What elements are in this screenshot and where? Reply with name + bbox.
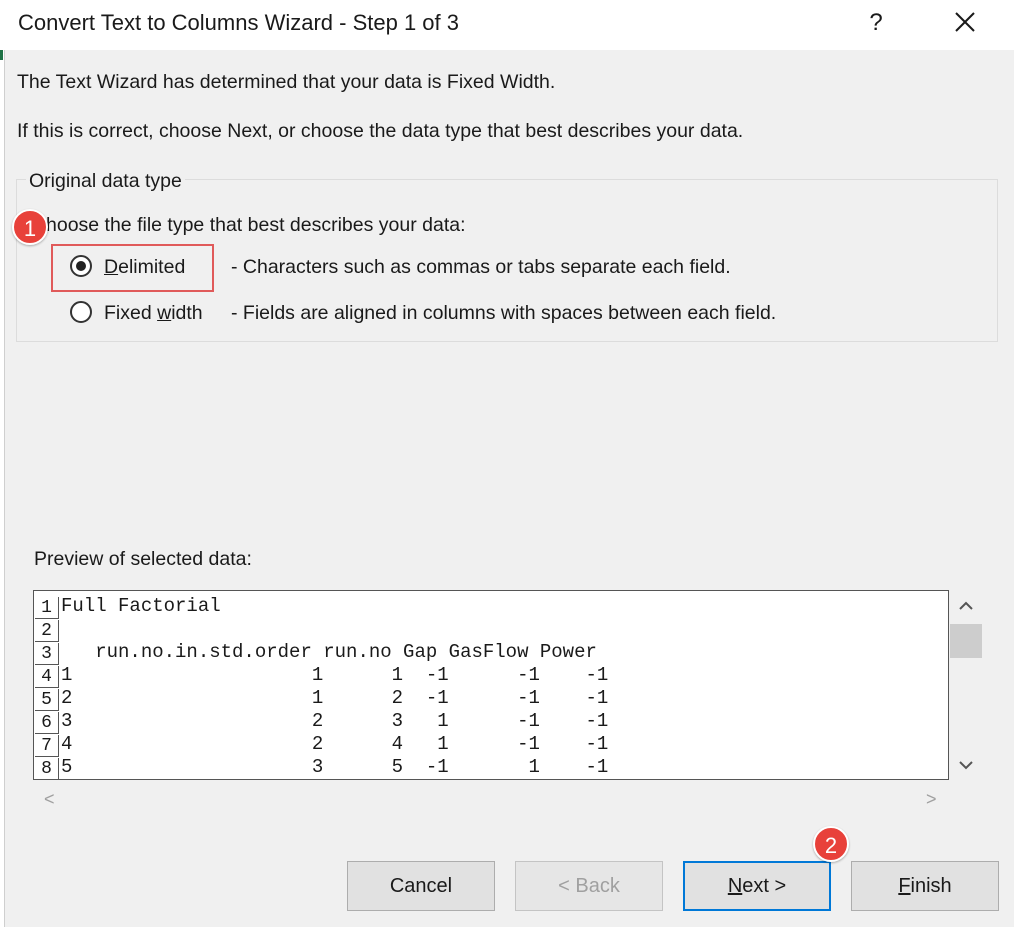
- left-window-edge: [0, 50, 5, 927]
- preview-line-text: 5 3 5 -1 1 -1: [61, 756, 609, 778]
- file-type-prompt: hoose the file type that best describes …: [46, 214, 466, 236]
- fixed-width-description: - Fields are aligned in columns with spa…: [231, 302, 777, 324]
- back-button[interactable]: < Back: [515, 861, 663, 911]
- preview-line-number: 2: [35, 620, 59, 642]
- radio-fixed-width-circle[interactable]: [70, 301, 92, 323]
- preview-label: Preview of selected data:: [34, 548, 252, 570]
- preview-line-number: 3: [35, 643, 59, 665]
- help-button[interactable]: ?: [858, 5, 894, 41]
- preview-pane[interactable]: 1 Full Factorial 2 3 run.no.in.std.order…: [33, 590, 949, 780]
- scroll-left-arrow[interactable]: <: [44, 789, 55, 810]
- finish-button[interactable]: Finish: [851, 861, 999, 911]
- preview-line-text: 4 2 4 1 -1 -1: [61, 733, 609, 755]
- scroll-up-arrow[interactable]: [949, 596, 983, 619]
- annotation-badge-2: 2: [813, 826, 849, 862]
- radio-fixed-width[interactable]: Fixed width: [70, 301, 220, 327]
- scroll-right-arrow[interactable]: >: [926, 789, 937, 810]
- window-title: Convert Text to Columns Wizard - Step 1 …: [18, 10, 459, 35]
- intro-line-2: If this is correct, choose Next, or choo…: [17, 120, 744, 142]
- close-button[interactable]: [944, 4, 986, 42]
- cancel-button[interactable]: Cancel: [347, 861, 495, 911]
- annotation-highlight-box: [51, 244, 214, 292]
- intro-line-1: The Text Wizard has determined that your…: [17, 71, 556, 93]
- preview-line-number: 4: [35, 666, 59, 688]
- close-icon: [955, 12, 975, 32]
- vertical-scroll-thumb[interactable]: [950, 624, 982, 658]
- group-legend: Original data type: [26, 170, 185, 193]
- preview-line-text: 2 1 2 -1 -1 -1: [61, 687, 609, 709]
- radio-fixed-width-label[interactable]: Fixed width: [104, 302, 203, 325]
- preview-line-text: Full Factorial: [61, 595, 221, 617]
- preview-line-text: 3 2 3 1 -1 -1: [61, 710, 609, 732]
- preview-line-text: run.no.in.std.order run.no Gap GasFlow P…: [61, 641, 597, 663]
- annotation-badge-1: 1: [12, 209, 48, 245]
- preview-line-number: 5: [35, 689, 59, 711]
- scroll-down-arrow[interactable]: [949, 757, 983, 780]
- preview-line-number: 6: [35, 712, 59, 734]
- preview-line-number: 7: [35, 735, 59, 757]
- preview-line-number: 8: [35, 758, 59, 779]
- delimited-description: - Characters such as commas or tabs sepa…: [231, 256, 731, 278]
- preview-line-text: 1 1 1 -1 -1 -1: [61, 664, 609, 686]
- next-button[interactable]: Next >: [683, 861, 831, 911]
- title-bar: Convert Text to Columns Wizard - Step 1 …: [0, 0, 1014, 50]
- preview-line-number: 1: [35, 597, 59, 619]
